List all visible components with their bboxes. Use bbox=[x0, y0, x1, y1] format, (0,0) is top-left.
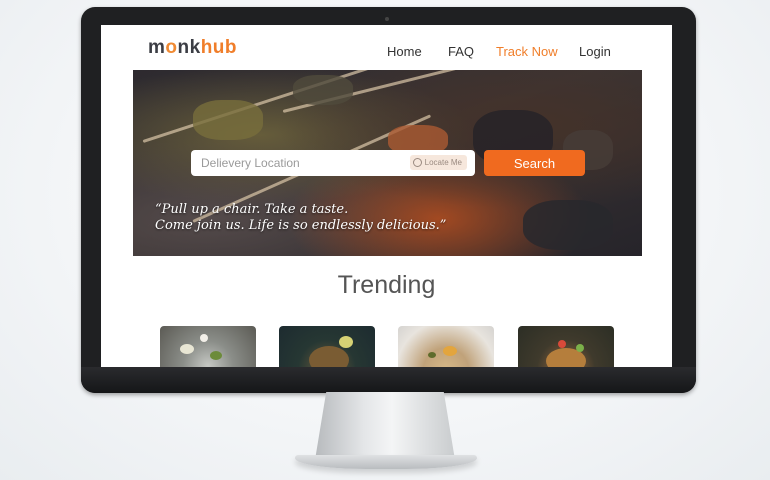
logo-text-hub: hub bbox=[200, 37, 238, 58]
nav-home-link[interactable]: Home bbox=[387, 44, 422, 59]
trending-card-soup[interactable] bbox=[398, 326, 494, 367]
logo-text-m: m bbox=[148, 37, 166, 58]
food-detail bbox=[339, 336, 353, 348]
compass-icon bbox=[412, 158, 422, 167]
quote-line-2: Come join us. Life is so endlessly delic… bbox=[155, 218, 447, 233]
trending-card-salad[interactable] bbox=[160, 326, 256, 367]
logo-text-o: o bbox=[165, 37, 178, 58]
location-search-box: Locate Me bbox=[191, 150, 475, 176]
nav-faq-link[interactable]: FAQ bbox=[448, 44, 474, 59]
logo-text-nk: nk bbox=[177, 37, 201, 58]
trending-heading: Trending bbox=[337, 271, 436, 299]
food-detail bbox=[180, 344, 194, 354]
skewer-decoration bbox=[142, 70, 429, 143]
monitor-chin bbox=[81, 367, 696, 393]
website-screen: monkhub Home FAQ Track Now Login Locate … bbox=[101, 25, 672, 367]
hero-banner: Locate Me Search “Pull up a chair. Take … bbox=[133, 70, 642, 256]
locate-me-label: Locate Me bbox=[424, 158, 462, 167]
monitor-stand-base bbox=[295, 455, 477, 469]
food-detail bbox=[443, 346, 457, 356]
food-detail bbox=[558, 340, 566, 348]
food-detail bbox=[309, 346, 349, 367]
food-detail bbox=[576, 344, 584, 352]
monkhub-logo[interactable]: monkhub bbox=[148, 37, 237, 59]
nav-track-now-link[interactable]: Track Now bbox=[496, 44, 558, 59]
quote-line-1: “Pull up a chair. Take a taste. bbox=[155, 202, 349, 217]
search-button[interactable]: Search bbox=[484, 150, 585, 176]
delivery-location-input[interactable] bbox=[191, 150, 401, 176]
monitor-stand bbox=[315, 392, 455, 460]
food-detail bbox=[210, 351, 222, 360]
food-detail bbox=[428, 352, 436, 358]
food-detail bbox=[200, 334, 208, 342]
trending-card-rice-bowl[interactable] bbox=[279, 326, 375, 367]
hero-quote: “Pull up a chair. Take a taste. Come joi… bbox=[155, 202, 555, 234]
food-chunk bbox=[193, 100, 263, 140]
nav-login-link[interactable]: Login bbox=[579, 44, 611, 59]
trending-card-veg-plate[interactable] bbox=[518, 326, 614, 367]
locate-me-button[interactable]: Locate Me bbox=[409, 155, 467, 170]
food-chunk bbox=[293, 75, 353, 105]
webcam-dot bbox=[385, 17, 389, 21]
